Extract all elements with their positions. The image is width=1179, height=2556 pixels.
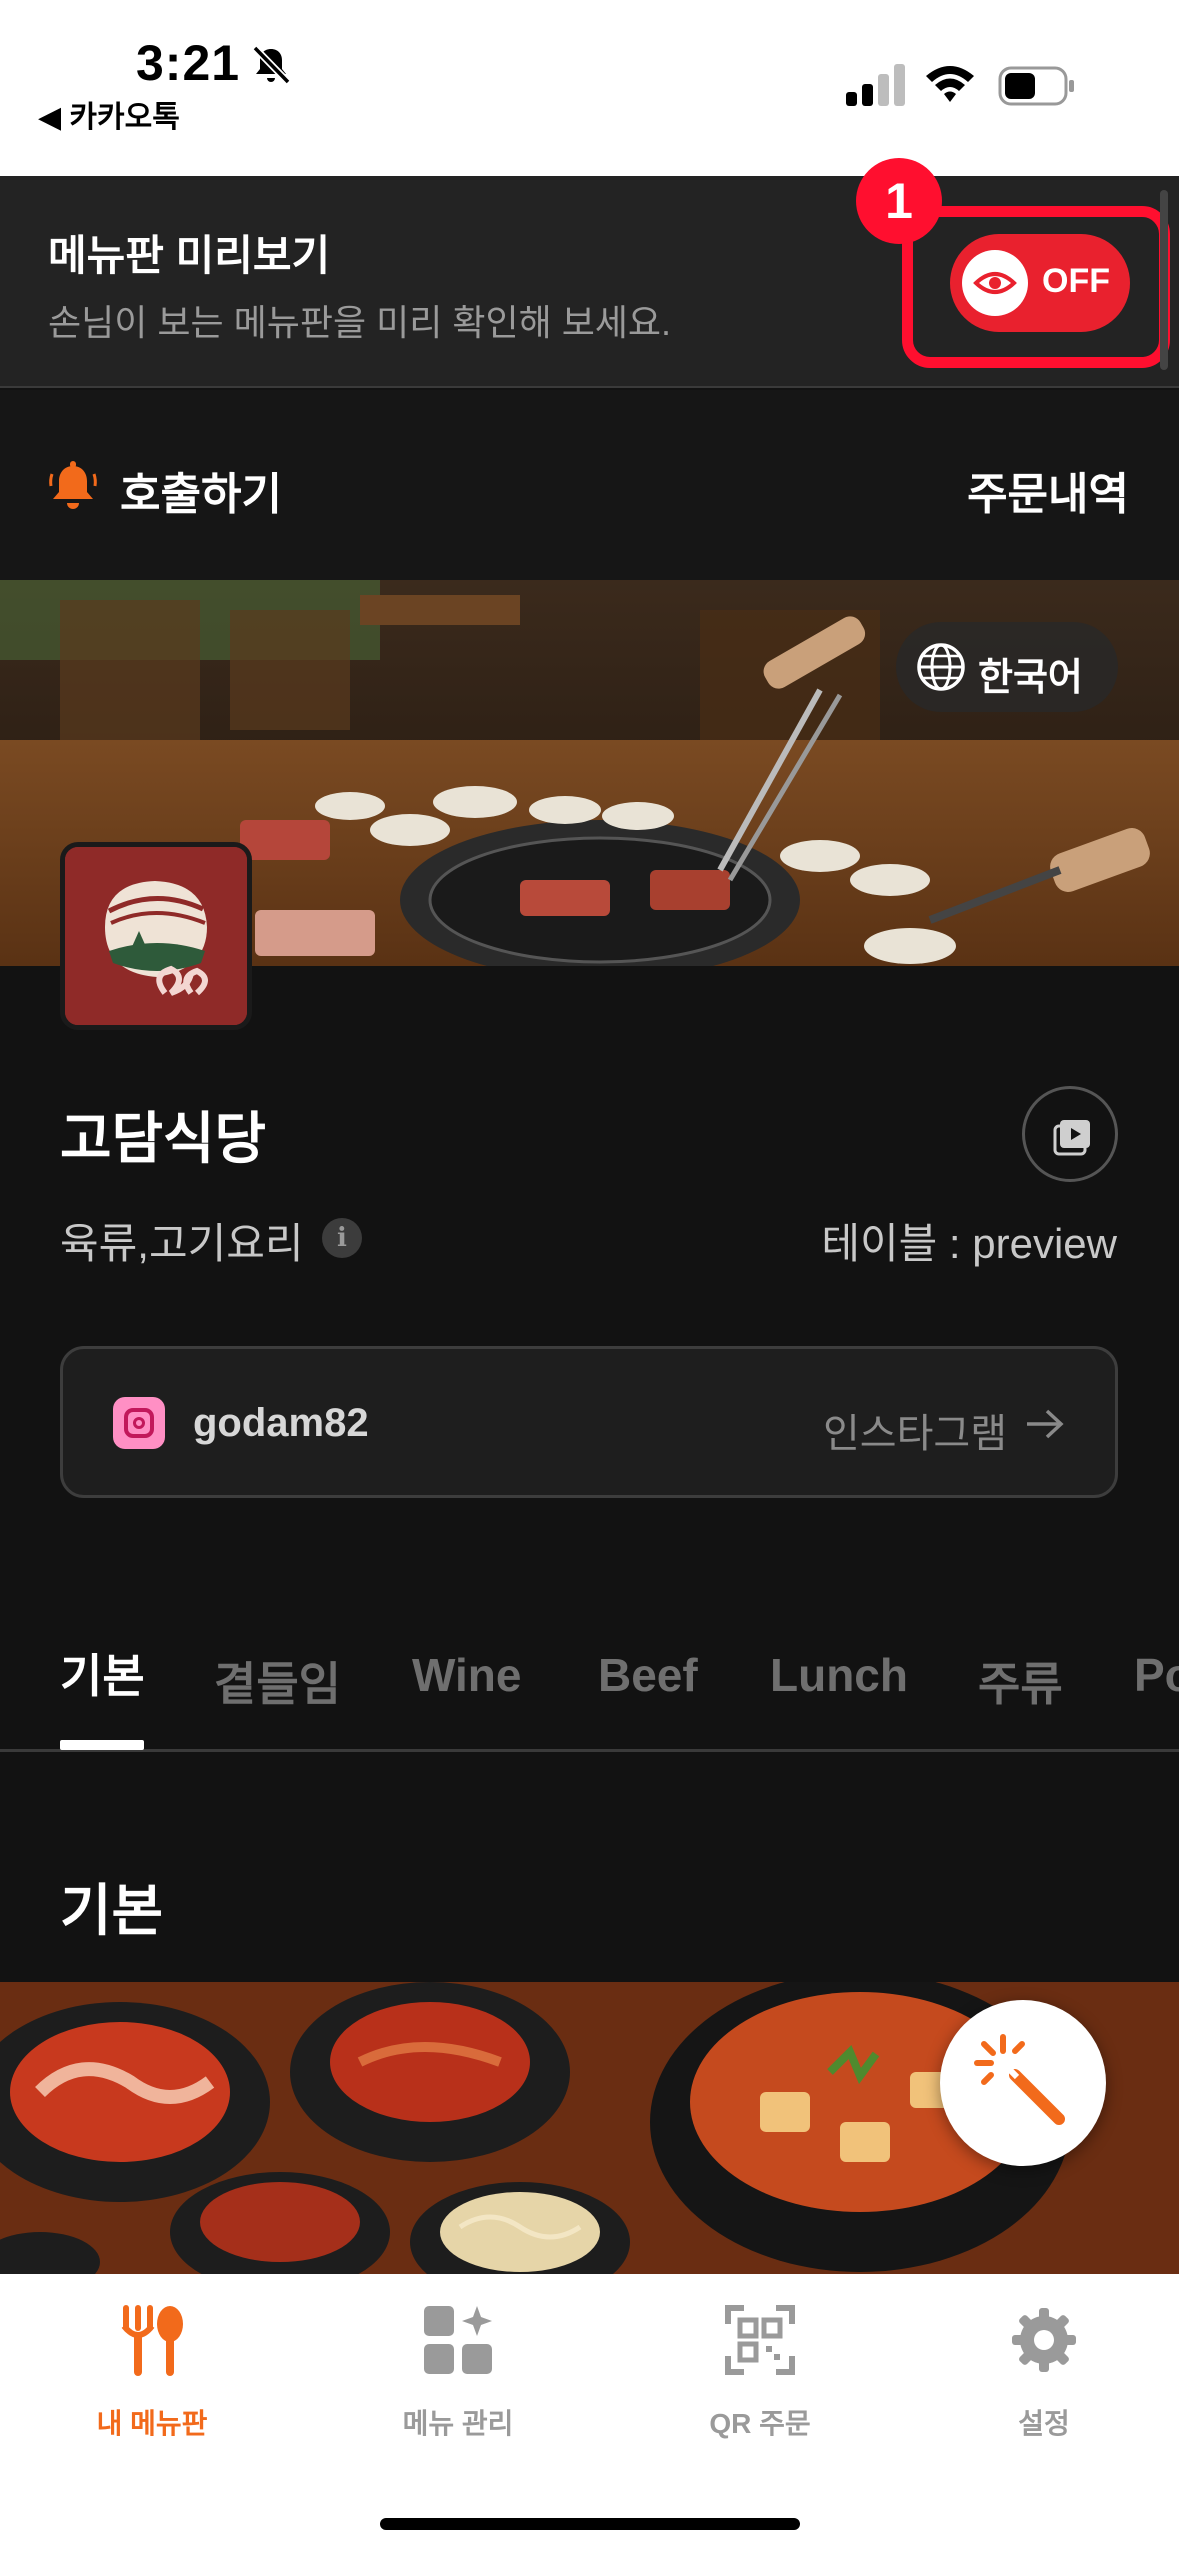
eye-icon: [973, 272, 1017, 294]
tab-beef[interactable]: Beef: [598, 1648, 698, 1702]
nav-settings[interactable]: 설정: [934, 2304, 1154, 2454]
bell-icon: [49, 461, 97, 509]
gallery-play-icon: [1053, 1120, 1090, 1156]
instagram-link-card[interactable]: godam82 인스타그램: [60, 1346, 1118, 1498]
toggle-label: OFF: [1042, 262, 1110, 300]
media-gallery-button[interactable]: [1022, 1086, 1118, 1182]
tab-side-dishes[interactable]: 곁들임: [214, 1648, 341, 1714]
nav-label: 설정: [1018, 2408, 1070, 2439]
tab-lunch[interactable]: Lunch: [770, 1648, 908, 1702]
back-to-app-link[interactable]: ◀ 카카오톡: [38, 92, 180, 136]
globe-icon: [917, 643, 965, 691]
toggle-knob: [962, 250, 1028, 316]
scrollbar[interactable]: [1160, 190, 1168, 370]
preview-subtitle: 손님이 보는 메뉴판을 미리 확인해 보세요.: [48, 302, 672, 343]
battery-icon: [998, 66, 1074, 106]
preview-title: 메뉴판 미리보기: [48, 232, 331, 279]
order-history-link[interactable]: 주문내역: [967, 458, 1129, 522]
fork-spoon-icon: [121, 2305, 183, 2376]
step-badge: 1: [856, 158, 942, 244]
status-bar: 3:21 ◀ 카카오톡: [0, 0, 1179, 176]
grid-sparkle-icon: [424, 2306, 492, 2374]
nav-label: 메뉴 관리: [402, 2408, 514, 2439]
bell-off-icon: [252, 45, 291, 85]
preview-toggle[interactable]: OFF: [950, 234, 1130, 332]
info-icon[interactable]: i: [322, 1218, 362, 1258]
nav-my-menu[interactable]: 내 메뉴판: [42, 2304, 262, 2454]
call-row: 호출하기 주문내역: [0, 390, 1179, 580]
instagram-icon: [113, 1397, 165, 1449]
tab-wine[interactable]: Wine: [412, 1648, 521, 1702]
nav-label: QR 주문: [709, 2408, 811, 2439]
wifi-icon: [926, 66, 974, 102]
home-indicator[interactable]: [380, 2518, 800, 2530]
restaurant-logo: [60, 842, 252, 1030]
bottom-navigation: 내 메뉴판 메뉴 관리 QR 주문 설정: [0, 2274, 1179, 2556]
status-time: 3:21: [136, 35, 241, 91]
cellular-signal-icon: [846, 60, 906, 106]
instagram-link-label: 인스타그램: [823, 1412, 1007, 1456]
store-category: 육류,고기요리: [60, 1220, 304, 1267]
nav-label: 내 메뉴판: [96, 2408, 208, 2439]
tab-basic[interactable]: 기본: [60, 1640, 145, 1706]
tab-overflow[interactable]: Po: [1134, 1648, 1179, 1702]
table-info: 테이블 : preview: [821, 1220, 1117, 1267]
nav-qr-order[interactable]: QR 주문: [650, 2304, 870, 2454]
tab-alcohol[interactable]: 주류: [978, 1648, 1063, 1714]
instagram-handle: godam82: [193, 1401, 369, 1445]
gear-icon: [1012, 2308, 1076, 2372]
store-name: 고담식당: [60, 1107, 267, 1170]
section-title: 기본: [60, 1879, 164, 1942]
menu-preview-bar: 메뉴판 미리보기 손님이 보는 메뉴판을 미리 확인해 보세요. OFF: [0, 176, 1179, 388]
magic-wand-icon: [974, 2034, 1065, 2125]
category-tabs: 기본 곁들임 Wine Beef Lunch 주류 Po: [0, 1616, 1179, 1752]
call-staff-button[interactable]: 호출하기: [120, 458, 282, 522]
language-selector[interactable]: 한국어: [896, 622, 1118, 712]
language-label: 한국어: [978, 657, 1083, 699]
arrow-right-icon: [1027, 1409, 1064, 1439]
qr-code-icon: [725, 2305, 795, 2375]
nav-menu-management[interactable]: 메뉴 관리: [348, 2304, 568, 2454]
active-tab-indicator: [60, 1740, 144, 1750]
magic-wand-fab[interactable]: [940, 2000, 1106, 2166]
